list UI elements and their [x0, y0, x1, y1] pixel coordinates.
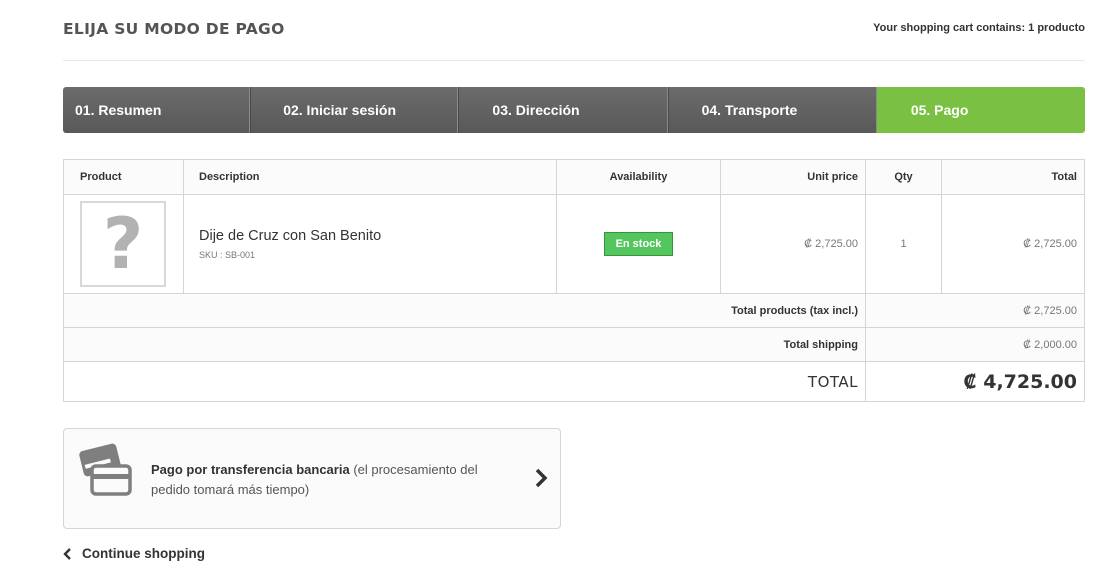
step-summary[interactable]: 01. Resumen [63, 87, 251, 133]
step-payment[interactable]: 05. Pago [876, 87, 1086, 133]
table-row: ? Dije de Cruz con San Benito SKU : SB-0… [63, 194, 1085, 294]
credit-card-icon [79, 443, 132, 496]
continue-shopping-link[interactable]: Continue shopping [63, 546, 205, 561]
step-address[interactable]: 03. Dirección [458, 87, 668, 133]
product-name-link[interactable]: Dije de Cruz con San Benito [199, 228, 556, 244]
header-availability: Availability [556, 159, 721, 195]
total-products-value: ₡ 2,725.00 [865, 293, 1085, 328]
placeholder-question-icon: ? [102, 203, 144, 285]
unit-price-cell: ₡ 2,725.00 [720, 194, 866, 294]
total-shipping-value: ₡ 2,000.00 [865, 327, 1085, 362]
grand-total-row: TOTAL ₡ 4,725.00 [63, 361, 1085, 402]
header-unit-price: Unit price [720, 159, 866, 195]
line-total: ₡ 2,725.00 [1023, 238, 1077, 250]
payment-title: Pago por transferencia bancaria [151, 462, 350, 477]
payment-option-text: Pago por transferencia bancaria (el proc… [151, 460, 511, 500]
header-product: Product [63, 159, 184, 195]
page-heading: ELIJA SU MODO DE PAGO Your shopping cart… [63, 19, 1085, 61]
product-thumb-cell: ? [63, 194, 184, 294]
chevron-left-icon [63, 547, 71, 560]
qty-cell: 1 [865, 194, 942, 294]
header-qty: Qty [865, 159, 942, 195]
stock-badge: En stock [603, 232, 674, 256]
cart-table: Product Description Availability Unit pr… [63, 159, 1085, 402]
table-header-row: Product Description Availability Unit pr… [63, 159, 1085, 195]
step-shipping[interactable]: 04. Transporte [667, 87, 877, 133]
header-description: Description [183, 159, 557, 195]
total-shipping-label: Total shipping [63, 327, 866, 362]
qty-value: 1 [900, 238, 907, 250]
total-shipping-row: Total shipping ₡ 2,000.00 [63, 327, 1085, 362]
order-steps: 01. Resumen 02. Iniciar sesión 03. Direc… [63, 87, 1086, 133]
step-login[interactable]: 02. Iniciar sesión [250, 87, 459, 133]
bank-transfer-payment-option[interactable]: Pago por transferencia bancaria (el proc… [63, 428, 561, 529]
total-products-row: Total products (tax incl.) ₡ 2,725.00 [63, 293, 1085, 328]
grand-total-value: ₡ 4,725.00 [865, 361, 1085, 402]
total-products-label: Total products (tax incl.) [63, 293, 866, 328]
product-sku: SKU : SB-001 [199, 250, 256, 260]
product-image[interactable]: ? [80, 201, 166, 287]
availability-cell: En stock [556, 194, 721, 294]
header-total: Total [941, 159, 1085, 195]
continue-shopping-label: Continue shopping [82, 546, 205, 561]
product-description-cell: Dije de Cruz con San Benito SKU : SB-001 [183, 194, 557, 294]
page-title: ELIJA SU MODO DE PAGO [63, 20, 285, 38]
line-total-cell: ₡ 2,725.00 [941, 194, 1085, 294]
unit-price: ₡ 2,725.00 [804, 238, 858, 250]
cart-summary: Your shopping cart contains: 1 producto [873, 22, 1085, 34]
grand-total-label: TOTAL [63, 361, 866, 402]
chevron-right-icon [535, 468, 548, 488]
